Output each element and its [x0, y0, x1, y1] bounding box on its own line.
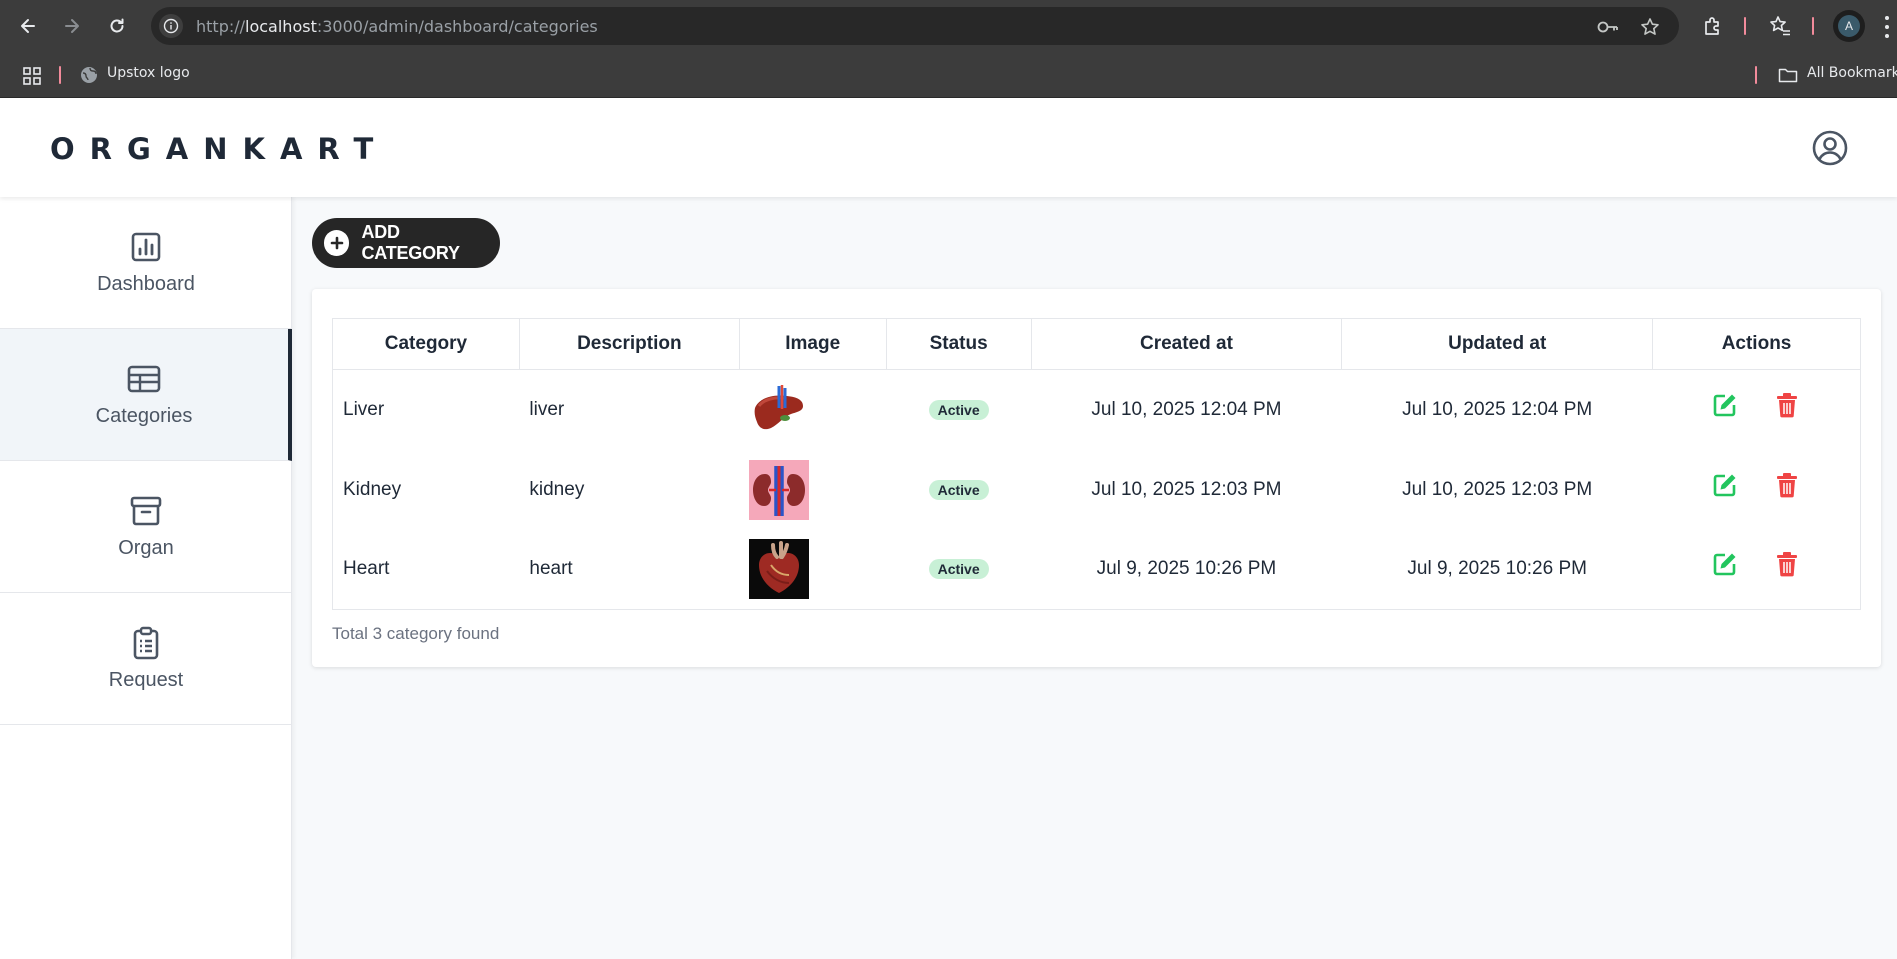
- bookmarks-divider: [59, 66, 61, 84]
- cell-updated-at: Jul 10, 2025 12:04 PM: [1402, 398, 1593, 420]
- apps-grid-icon[interactable]: [22, 66, 42, 86]
- cell-status: Active: [886, 450, 1031, 530]
- cell-created-at: Jul 10, 2025 12:04 PM: [1091, 398, 1282, 420]
- back-arrow-icon[interactable]: [14, 12, 42, 40]
- cell-category: Kidney: [343, 478, 402, 500]
- status-badge: Active: [928, 559, 989, 580]
- reload-icon[interactable]: [103, 12, 131, 40]
- bookmarks-divider: [1755, 66, 1757, 84]
- column-header-status[interactable]: Status: [885, 318, 1032, 370]
- password-key-icon[interactable]: [1597, 16, 1619, 38]
- browser-toolbar: http://localhost:3000/admin/dashboard/ca…: [0, 0, 1897, 52]
- browser-menu-icon[interactable]: [1884, 16, 1890, 38]
- table-row: Liver liver Active Jul 10, 2025 12:04 PM…: [333, 370, 1861, 450]
- site-info-icon[interactable]: [159, 14, 183, 38]
- folder-icon: [1778, 66, 1798, 84]
- browser-profile-avatar[interactable]: A: [1833, 10, 1865, 42]
- column-header-image[interactable]: Image: [738, 318, 887, 370]
- cell-status: Active: [886, 530, 1031, 610]
- plus-circle-icon: [324, 230, 350, 256]
- url-host: localhost: [245, 17, 317, 36]
- table-row: Heart heart Active Jul 9, 2025 10:26 PM …: [333, 530, 1861, 610]
- address-bar[interactable]: http://localhost:3000/admin/dashboard/ca…: [151, 7, 1679, 45]
- cell-updated-at: Jul 9, 2025 10:26 PM: [1407, 558, 1587, 580]
- column-header-updated-at[interactable]: Updated at: [1341, 318, 1654, 370]
- sidebar-item-label: Organ: [118, 537, 174, 559]
- bar-chart-icon: [128, 229, 164, 265]
- profile-initial: A: [1838, 15, 1860, 37]
- sidebar-item-categories[interactable]: Categories: [0, 329, 292, 461]
- heart-image: [749, 539, 810, 600]
- cell-updated-at: Jul 10, 2025 12:03 PM: [1402, 478, 1593, 500]
- clipboard-list-icon: [128, 625, 164, 661]
- url-text[interactable]: http://localhost:3000/admin/dashboard/ca…: [196, 17, 598, 36]
- url-path: :3000/admin/dashboard/categories: [316, 17, 598, 36]
- archive-box-icon: [128, 493, 164, 529]
- cell-created-at: Jul 9, 2025 10:26 PM: [1096, 558, 1277, 580]
- table-header-row: Category Description Image Status Create…: [332, 318, 1861, 370]
- sidebar-item-label: Dashboard: [97, 273, 195, 295]
- column-header-created-at[interactable]: Created at: [1030, 318, 1343, 370]
- add-category-label: ADD CATEGORY: [361, 222, 460, 263]
- sidebar-item-label: Categories: [95, 405, 193, 427]
- toolbar-divider: [1812, 17, 1814, 35]
- delete-trash-icon[interactable]: [1773, 391, 1801, 419]
- cell-description: kidney: [529, 478, 585, 500]
- bookmarks-bar: Upstox logo All Bookmarks: [0, 52, 1897, 98]
- globe-icon: [80, 66, 98, 84]
- sidebar-item-organ[interactable]: Organ: [0, 461, 292, 593]
- column-header-description[interactable]: Description: [518, 318, 740, 370]
- cell-image: [739, 530, 886, 610]
- kidney-image: [749, 459, 810, 520]
- edit-icon[interactable]: [1711, 471, 1739, 499]
- status-badge: Active: [928, 479, 989, 500]
- table-list-icon: [126, 361, 162, 397]
- cell-actions: [1653, 370, 1861, 450]
- cell-image: [739, 370, 886, 450]
- cell-category: Heart: [343, 558, 390, 580]
- categories-card: Category Description Image Status Create…: [312, 289, 1881, 667]
- sidebar-item-request[interactable]: Request: [0, 593, 292, 725]
- brand-logo-text[interactable]: ORGANKART: [50, 132, 388, 166]
- sidebar-item-dashboard[interactable]: Dashboard: [0, 197, 292, 329]
- cell-description: liver: [529, 398, 565, 420]
- cell-actions: [1653, 450, 1861, 530]
- table-row: Kidney kidney Active Jul 10, 2025 12:03 …: [333, 450, 1861, 530]
- app-header: ORGANKART: [0, 98, 1897, 197]
- cell-actions: [1653, 530, 1861, 610]
- forward-arrow-icon[interactable]: [58, 12, 86, 40]
- all-bookmarks-link[interactable]: All Bookmarks: [1807, 65, 1897, 81]
- column-header-category[interactable]: Category: [332, 318, 520, 370]
- cell-description: heart: [529, 558, 573, 580]
- user-profile-icon[interactable]: [1811, 129, 1849, 167]
- reading-list-star-icon[interactable]: [1768, 14, 1792, 38]
- liver-image: [749, 379, 810, 440]
- sidebar: Dashboard Categories Organ Request: [0, 197, 292, 959]
- edit-icon[interactable]: [1711, 391, 1739, 419]
- add-category-button[interactable]: ADD CATEGORY: [312, 218, 500, 268]
- column-header-actions: Actions: [1652, 318, 1861, 370]
- status-badge: Active: [928, 399, 989, 420]
- url-prefix: http://: [196, 17, 246, 36]
- delete-trash-icon[interactable]: [1773, 550, 1801, 578]
- table-footer-count: Total 3 category found: [332, 624, 500, 643]
- cell-category: Liver: [343, 398, 385, 420]
- delete-trash-icon[interactable]: [1773, 471, 1801, 499]
- bookmark-upstox-logo[interactable]: Upstox logo: [107, 65, 190, 81]
- sidebar-item-label: Request: [108, 669, 184, 691]
- categories-table: Category Description Image Status Create…: [332, 318, 1861, 610]
- cell-created-at: Jul 10, 2025 12:03 PM: [1091, 478, 1282, 500]
- cell-status: Active: [886, 370, 1031, 450]
- edit-icon[interactable]: [1711, 550, 1739, 578]
- extensions-puzzle-icon[interactable]: [1701, 14, 1725, 38]
- cell-image: [739, 450, 886, 530]
- toolbar-divider: [1744, 17, 1746, 35]
- bookmark-star-icon[interactable]: [1639, 16, 1661, 38]
